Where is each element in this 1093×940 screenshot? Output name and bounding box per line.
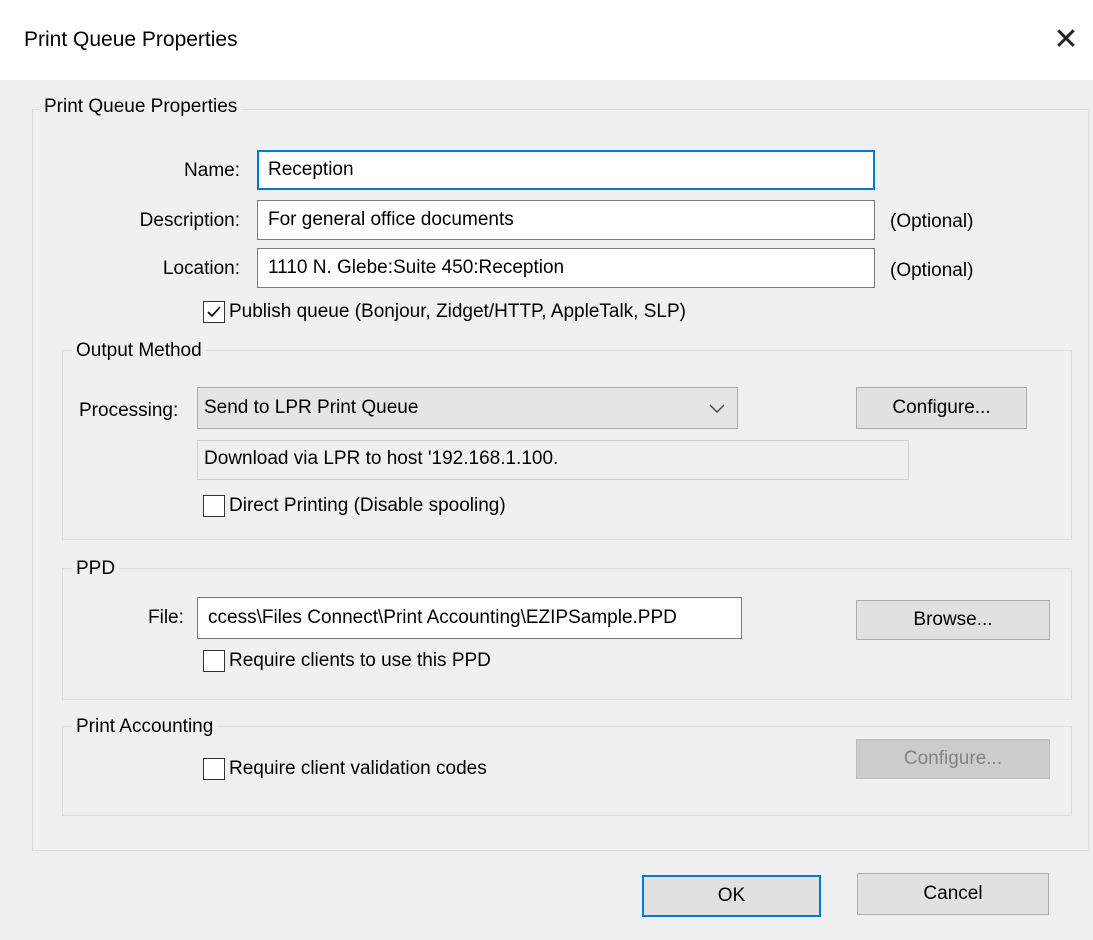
output-info-field: Download via LPR to host '192.168.1.100.	[197, 440, 909, 480]
ppd-browse-button[interactable]: Browse...	[856, 600, 1050, 640]
name-label: Name:	[184, 160, 240, 181]
require-validation-codes-label: Require client validation codes	[229, 758, 487, 779]
accounting-configure-label: Configure...	[903, 748, 1003, 769]
ok-button[interactable]: OK	[642, 875, 821, 917]
require-validation-codes-checkbox[interactable]	[203, 758, 225, 780]
chevron-down-icon	[709, 404, 725, 413]
title-bar: Print Queue Properties ✕	[0, 0, 1093, 80]
require-ppd-checkbox[interactable]	[203, 650, 225, 672]
location-label: Location:	[162, 258, 240, 279]
processing-label: Processing:	[79, 400, 179, 421]
cancel-button[interactable]: Cancel	[857, 873, 1049, 915]
processing-select[interactable]: Send to LPR Print Queue	[197, 387, 738, 429]
print-queue-properties-dialog: Print Queue Properties ✕ Print Queue Pro…	[0, 0, 1093, 940]
location-optional-hint: (Optional)	[890, 260, 974, 281]
require-ppd-label: Require clients to use this PPD	[229, 650, 491, 671]
location-input[interactable]: 1110 N. Glebe:Suite 450:Reception	[257, 248, 875, 288]
description-optional-hint: (Optional)	[890, 211, 974, 232]
description-input[interactable]: For general office documents	[257, 200, 875, 240]
print-queue-properties-group-title: Print Queue Properties	[40, 96, 242, 118]
output-configure-button[interactable]: Configure...	[856, 387, 1027, 429]
close-icon: ✕	[1053, 23, 1079, 56]
processing-select-value: Send to LPR Print Queue	[204, 397, 419, 418]
publish-queue-label: Publish queue (Bonjour, Zidget/HTTP, App…	[229, 301, 686, 322]
description-label: Description:	[139, 210, 240, 231]
dialog-title: Print Queue Properties	[24, 28, 238, 51]
ppd-file-label: File:	[148, 607, 184, 628]
checkmark-icon	[207, 306, 221, 318]
direct-printing-checkbox[interactable]	[203, 495, 225, 517]
ppd-browse-label: Browse...	[913, 609, 993, 630]
publish-queue-checkbox[interactable]	[203, 301, 225, 323]
ppd-group-title: PPD	[72, 558, 120, 580]
name-input[interactable]: Reception	[257, 150, 875, 190]
output-configure-label: Configure...	[892, 397, 991, 418]
accounting-configure-button[interactable]: Configure...	[856, 739, 1050, 779]
ok-label: OK	[717, 885, 746, 906]
direct-printing-label: Direct Printing (Disable spooling)	[229, 495, 506, 516]
print-accounting-group-title: Print Accounting	[72, 716, 218, 738]
close-button[interactable]: ✕	[1046, 14, 1086, 66]
ppd-file-input[interactable]: ccess\Files Connect\Print Accounting\EZI…	[197, 597, 742, 639]
cancel-label: Cancel	[923, 883, 983, 904]
output-method-group-title: Output Method	[72, 340, 206, 362]
